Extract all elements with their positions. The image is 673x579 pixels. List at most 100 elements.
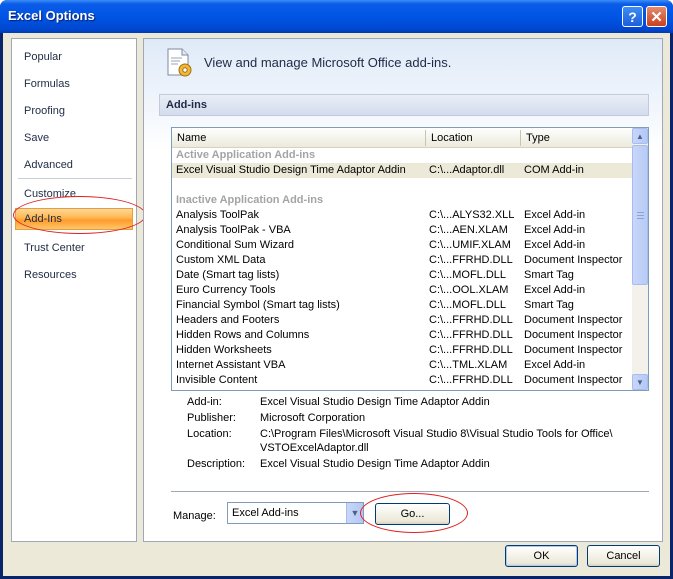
- table-row: [172, 178, 632, 193]
- list-vertical-scrollbar[interactable]: ▲ ▼: [632, 128, 648, 390]
- sidebar-item-trust-center[interactable]: Trust Center: [24, 242, 85, 254]
- cell-name: Hidden Worksheets: [176, 344, 272, 356]
- sidebar-item-popular[interactable]: Popular: [24, 51, 62, 63]
- column-header-name[interactable]: Name: [177, 132, 206, 144]
- detail-label-description: Description:: [187, 458, 246, 470]
- table-row[interactable]: Custom XML Data C:\...FFRHD.DLL Document I…: [172, 253, 632, 268]
- scroll-up-button[interactable]: ▲: [632, 128, 648, 144]
- cell-name: Conditional Sum Wizard: [176, 239, 294, 251]
- ok-button-label: OK: [533, 550, 550, 562]
- cell-name: Hidden Rows and Columns: [176, 329, 310, 341]
- table-row[interactable]: Analysis ToolPak - VBA C:\...AEN.XLAM Exce…: [172, 223, 632, 238]
- list-group-header: Inactive Application Add-ins: [172, 193, 632, 208]
- cell-name: Excel Visual Studio Design Time Adaptor …: [176, 164, 406, 176]
- cell-name: Invisible Content: [176, 374, 258, 386]
- table-row[interactable]: Hidden Rows and Columns C:\...FFRHD.DLL Do…: [172, 328, 632, 343]
- table-row[interactable]: Excel Visual Studio Design Time Adaptor …: [172, 163, 632, 178]
- close-button[interactable]: ✕: [646, 6, 667, 27]
- table-row[interactable]: Hidden Worksheets C:\...FFRHD.DLL Document…: [172, 343, 632, 358]
- table-row[interactable]: Headers and Footers C:\...FFRHD.DLL Docume…: [172, 313, 632, 328]
- scroll-down-button[interactable]: ▼: [632, 374, 648, 390]
- table-row[interactable]: Invisible Content C:\...FFRHD.DLL Document…: [172, 373, 632, 388]
- cell-name: Inactive Application Add-ins: [176, 194, 324, 206]
- cell-name: Internet Assistant VBA: [176, 359, 286, 371]
- chevron-down-icon: ▼: [636, 377, 644, 387]
- cell-location: C:\...FFRHD.DLL: [429, 329, 513, 341]
- cancel-button[interactable]: Cancel: [587, 545, 660, 567]
- scroll-thumb[interactable]: [632, 145, 648, 285]
- title-bar[interactable]: Excel Options ? ✕: [0, 0, 673, 33]
- table-row[interactable]: Analysis ToolPak C:\...ALYS32.XLL Excel Ad…: [172, 208, 632, 223]
- column-divider[interactable]: [520, 130, 521, 146]
- cell-name: Custom XML Data: [176, 254, 266, 266]
- column-divider[interactable]: [425, 130, 426, 146]
- list-group-header: Active Application Add-ins: [172, 148, 632, 163]
- table-row[interactable]: Conditional Sum Wizard C:\...UMIF.XLAM Exc…: [172, 238, 632, 253]
- manage-dropdown[interactable]: Excel Add-ins ▼: [227, 502, 364, 524]
- manage-dropdown-value: Excel Add-ins: [232, 507, 299, 519]
- section-title: Add-ins: [166, 99, 207, 111]
- cell-location: C:\...MOFL.DLL: [429, 299, 507, 311]
- cell-name: Date (Smart tag lists): [176, 269, 280, 281]
- column-header-type[interactable]: Type: [526, 132, 550, 144]
- table-row[interactable]: Internet Assistant VBA C:\...TML.XLAM Exce…: [172, 358, 632, 373]
- sidebar-item-resources[interactable]: Resources: [24, 269, 77, 281]
- sidebar-item-proofing[interactable]: Proofing: [24, 105, 65, 117]
- excel-options-window: Excel Options ? ✕ Popular Formulas Proof…: [0, 0, 673, 579]
- detail-value-location-line2: VSTOExcelAdaptor.dll: [260, 442, 369, 454]
- cell-type: Excel Add-in: [524, 359, 586, 371]
- cell-name: Euro Currency Tools: [176, 284, 276, 296]
- cell-location: C:\...FFRHD.DLL: [429, 344, 513, 356]
- dialog-client: Popular Formulas Proofing Save Advanced …: [3, 33, 670, 576]
- table-row[interactable]: Financial Symbol (Smart tag lists) C:\...…: [172, 298, 632, 313]
- category-sidebar: Popular Formulas Proofing Save Advanced …: [11, 38, 137, 542]
- cell-location: C:\...OOL.XLAM: [429, 284, 509, 296]
- detail-value-publisher: Microsoft Corporation: [260, 412, 366, 424]
- cell-type: COM Add-in: [524, 164, 584, 176]
- chevron-up-icon: ▲: [636, 131, 644, 141]
- cell-type: Excel Add-in: [524, 239, 586, 251]
- table-row[interactable]: Euro Currency Tools C:\...OOL.XLAM Excel A…: [172, 283, 632, 298]
- addins-panel: View and manage Microsoft Office add-ins…: [143, 38, 663, 542]
- detail-label-location: Location:: [187, 428, 232, 440]
- table-row[interactable]: Date (Smart tag lists) C:\...MOFL.DLL Smar…: [172, 268, 632, 283]
- cell-location: C:\...FFRHD.DLL: [429, 374, 513, 386]
- addins-list[interactable]: Name Location Type Active Application Ad…: [171, 127, 649, 391]
- cell-location: C:\...Adaptor.dll: [429, 164, 505, 176]
- divider: [171, 491, 649, 492]
- cell-location: C:\...MOFL.DLL: [429, 269, 507, 281]
- cancel-button-label: Cancel: [606, 550, 641, 562]
- detail-label-addin: Add-in:: [187, 396, 222, 408]
- annotation-ellipse-go: [360, 493, 468, 533]
- column-header-location[interactable]: Location: [431, 132, 473, 144]
- cell-type: Document Inspector: [524, 314, 623, 326]
- sidebar-item-advanced[interactable]: Advanced: [24, 159, 73, 171]
- detail-value-description: Excel Visual Studio Design Time Adaptor …: [260, 458, 490, 470]
- cell-location: C:\...FFRHD.DLL: [429, 314, 513, 326]
- gear-document-icon: [166, 47, 194, 79]
- cell-type: Document Inspector: [524, 344, 623, 356]
- sidebar-item-formulas[interactable]: Formulas: [24, 78, 70, 90]
- manage-label: Manage:: [173, 510, 216, 522]
- cell-name: Analysis ToolPak - VBA: [176, 224, 291, 236]
- window-title: Excel Options: [8, 8, 95, 23]
- addins-section-header: Add-ins: [159, 94, 649, 116]
- grip-line: [637, 215, 644, 216]
- sidebar-divider: [18, 178, 132, 179]
- panel-heading: View and manage Microsoft Office add-ins…: [204, 55, 452, 70]
- cell-name: Analysis ToolPak: [176, 209, 259, 221]
- cell-type: Excel Add-in: [524, 209, 586, 221]
- detail-value-addin: Excel Visual Studio Design Time Adaptor …: [260, 396, 490, 408]
- cell-type: Smart Tag: [524, 269, 574, 281]
- chevron-down-icon: ▼: [350, 508, 360, 518]
- help-button[interactable]: ?: [622, 6, 643, 27]
- ok-button[interactable]: OK: [505, 545, 578, 567]
- detail-label-publisher: Publisher:: [187, 412, 236, 424]
- cell-name: Headers and Footers: [176, 314, 280, 326]
- annotation-ellipse-addins: [13, 196, 146, 234]
- cell-type: Document Inspector: [524, 254, 623, 266]
- grip-line: [637, 212, 644, 213]
- cell-type: Document Inspector: [524, 329, 623, 341]
- cell-location: C:\...UMIF.XLAM: [429, 239, 511, 251]
- sidebar-item-save[interactable]: Save: [24, 132, 49, 144]
